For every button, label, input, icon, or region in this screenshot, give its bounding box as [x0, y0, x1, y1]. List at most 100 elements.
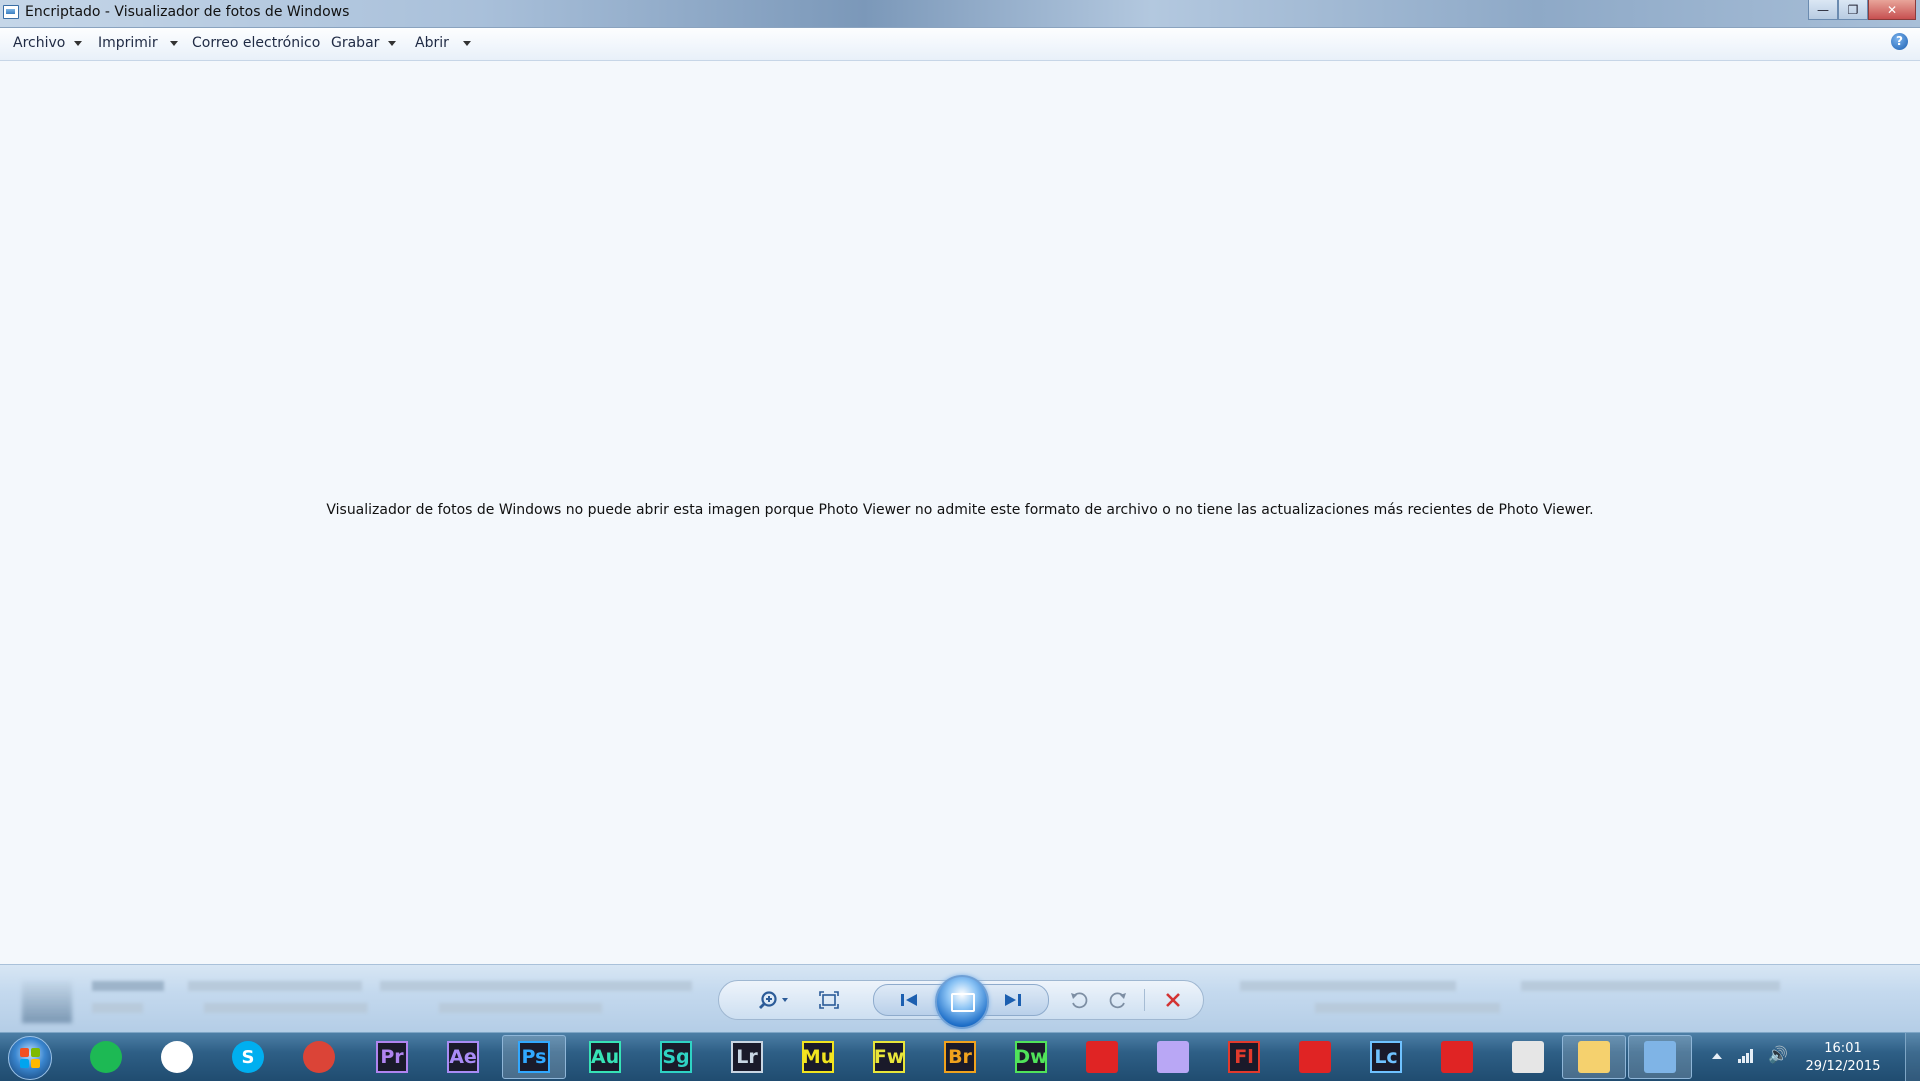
blurred-file-info	[92, 1003, 602, 1013]
rotate-right-button[interactable]	[1102, 981, 1134, 1019]
actual-size-button[interactable]	[813, 981, 845, 1019]
rotate-clockwise-icon	[1109, 992, 1126, 1009]
bottom-control-bar	[0, 964, 1920, 1033]
after-effects-icon: Ae	[447, 1041, 479, 1073]
photo-viewer-icon	[1644, 1041, 1676, 1073]
menu-correo-label: Correo electrónico	[192, 35, 321, 51]
taskbar-app-photoshop[interactable]: Ps	[502, 1035, 566, 1079]
menu-grabar-label: Grabar	[331, 35, 380, 51]
taskbar-app-pdf-reader[interactable]	[1439, 1039, 1475, 1075]
next-button[interactable]	[993, 981, 1033, 1019]
actual-size-icon	[819, 991, 839, 1009]
volume-icon[interactable]: 🔊	[1768, 1045, 1788, 1064]
taskbar-app-speedgrade[interactable]: Sg	[658, 1039, 694, 1075]
taskbar-app-acrobat[interactable]	[1084, 1039, 1120, 1075]
chevron-down-icon	[74, 40, 83, 46]
menu-correo[interactable]: Correo electrónico	[192, 35, 320, 51]
taskbar-app-after-effects[interactable]: Ae	[445, 1039, 481, 1075]
previous-button[interactable]	[889, 981, 929, 1019]
divider	[1144, 989, 1145, 1011]
fireworks-icon: Fw	[873, 1041, 905, 1073]
taskbar-app-explorer[interactable]	[1562, 1035, 1626, 1079]
taskbar-app-premiere[interactable]: Pr	[374, 1039, 410, 1075]
audition-icon: Au	[589, 1041, 621, 1073]
previous-icon	[901, 994, 917, 1006]
taskbar-app-adobe[interactable]	[1297, 1039, 1333, 1075]
taskbar-app-lightroom[interactable]: Lr	[729, 1039, 765, 1075]
network-icon[interactable]	[1738, 1047, 1756, 1063]
rotate-counterclockwise-icon	[1071, 992, 1088, 1009]
minimize-button[interactable]: —	[1808, 0, 1838, 20]
taskbar-app-flash[interactable]: Fl	[1226, 1039, 1262, 1075]
speedgrade-icon: Sg	[660, 1041, 692, 1073]
muse-icon: Mu	[802, 1041, 834, 1073]
show-desktop-button[interactable]	[1905, 1033, 1920, 1081]
photo-viewer-icon	[3, 5, 19, 19]
flash-icon: Fl	[1228, 1041, 1260, 1073]
livecycle-icon: Lc	[1370, 1041, 1402, 1073]
zoom-icon	[759, 991, 788, 1009]
clock-date: 29/12/2015	[1805, 1059, 1881, 1074]
pdf-reader-icon	[1441, 1041, 1473, 1073]
bridge-icon: Br	[944, 1041, 976, 1073]
lightroom-icon: Lr	[731, 1041, 763, 1073]
chevron-down-icon	[462, 40, 471, 46]
next-icon	[1005, 994, 1021, 1006]
taskbar: ♫ S Pr Ae Ps Au Sg Lr Mu Fw Br Dw Fl Lc 🔊 16:01 29/12…	[0, 1032, 1920, 1081]
start-button[interactable]	[8, 1036, 52, 1080]
taskbar-app-skype[interactable]: S	[230, 1039, 266, 1075]
taskbar-app-fireworks[interactable]: Fw	[871, 1039, 907, 1075]
taskbar-app-audition[interactable]: Au	[587, 1039, 623, 1075]
taskbar-app-settings-app[interactable]	[1510, 1039, 1546, 1075]
zoom-button[interactable]	[755, 981, 795, 1019]
taskbar-app-itunes[interactable]: ♫	[159, 1039, 195, 1075]
skype-icon: S	[232, 1041, 264, 1073]
acrobat-icon	[1086, 1041, 1118, 1073]
taskbar-app-spotify[interactable]	[88, 1039, 124, 1075]
menu-archivo[interactable]: Archivo	[13, 35, 83, 51]
image-thumbnail	[22, 981, 72, 1023]
explorer-icon	[1578, 1041, 1610, 1073]
help-icon[interactable]: ?	[1891, 33, 1908, 50]
chevron-down-icon	[169, 40, 178, 46]
title-bar: Encriptado - Visualizador de fotos de Wi…	[0, 0, 1920, 28]
show-hidden-icons-icon[interactable]	[1712, 1053, 1722, 1059]
delete-button[interactable]	[1157, 981, 1189, 1019]
chrome-icon	[303, 1041, 335, 1073]
clock[interactable]: 16:01 29/12/2015	[1798, 1040, 1888, 1076]
settings-app-icon	[1512, 1041, 1544, 1073]
menu-abrir[interactable]: Abrir	[415, 35, 471, 51]
photoshop-icon: Ps	[518, 1041, 550, 1073]
close-button[interactable]: ✕	[1868, 0, 1916, 20]
taskbar-app-dreamweaver[interactable]: Dw	[1013, 1039, 1049, 1075]
delete-icon	[1166, 993, 1180, 1007]
itunes-icon: ♫	[161, 1041, 193, 1073]
menu-imprimir-label: Imprimir	[98, 35, 158, 51]
viewer-controls	[718, 975, 1204, 1029]
premiere-icon: Pr	[376, 1041, 408, 1073]
taskbar-app-encore[interactable]	[1155, 1039, 1191, 1075]
slideshow-button[interactable]	[935, 975, 989, 1029]
taskbar-app-livecycle[interactable]: Lc	[1368, 1039, 1404, 1075]
window-controls: — ❐ ✕	[1808, 0, 1916, 20]
chevron-down-icon	[388, 40, 397, 46]
blurred-file-info	[1315, 1003, 1500, 1013]
adobe-icon	[1299, 1041, 1331, 1073]
menu-archivo-label: Archivo	[13, 35, 66, 51]
error-message: Visualizador de fotos de Windows no pued…	[326, 502, 1594, 518]
taskbar-app-chrome[interactable]	[301, 1039, 337, 1075]
menu-imprimir[interactable]: Imprimir	[98, 35, 178, 51]
taskbar-app-photo-viewer[interactable]	[1628, 1035, 1692, 1079]
taskbar-app-bridge[interactable]: Br	[942, 1039, 978, 1075]
blurred-file-info	[1240, 981, 1780, 991]
taskbar-app-muse[interactable]: Mu	[800, 1039, 836, 1075]
menu-grabar[interactable]: Grabar	[331, 35, 397, 51]
window-title: Encriptado - Visualizador de fotos de Wi…	[25, 4, 350, 20]
spotify-icon	[90, 1041, 122, 1073]
maximize-button[interactable]: ❐	[1838, 0, 1868, 20]
menu-abrir-label: Abrir	[415, 35, 449, 51]
clock-time: 16:01	[1824, 1041, 1862, 1056]
blurred-file-info	[92, 981, 692, 991]
rotate-left-button[interactable]	[1063, 981, 1095, 1019]
dreamweaver-icon: Dw	[1014, 1041, 1048, 1073]
